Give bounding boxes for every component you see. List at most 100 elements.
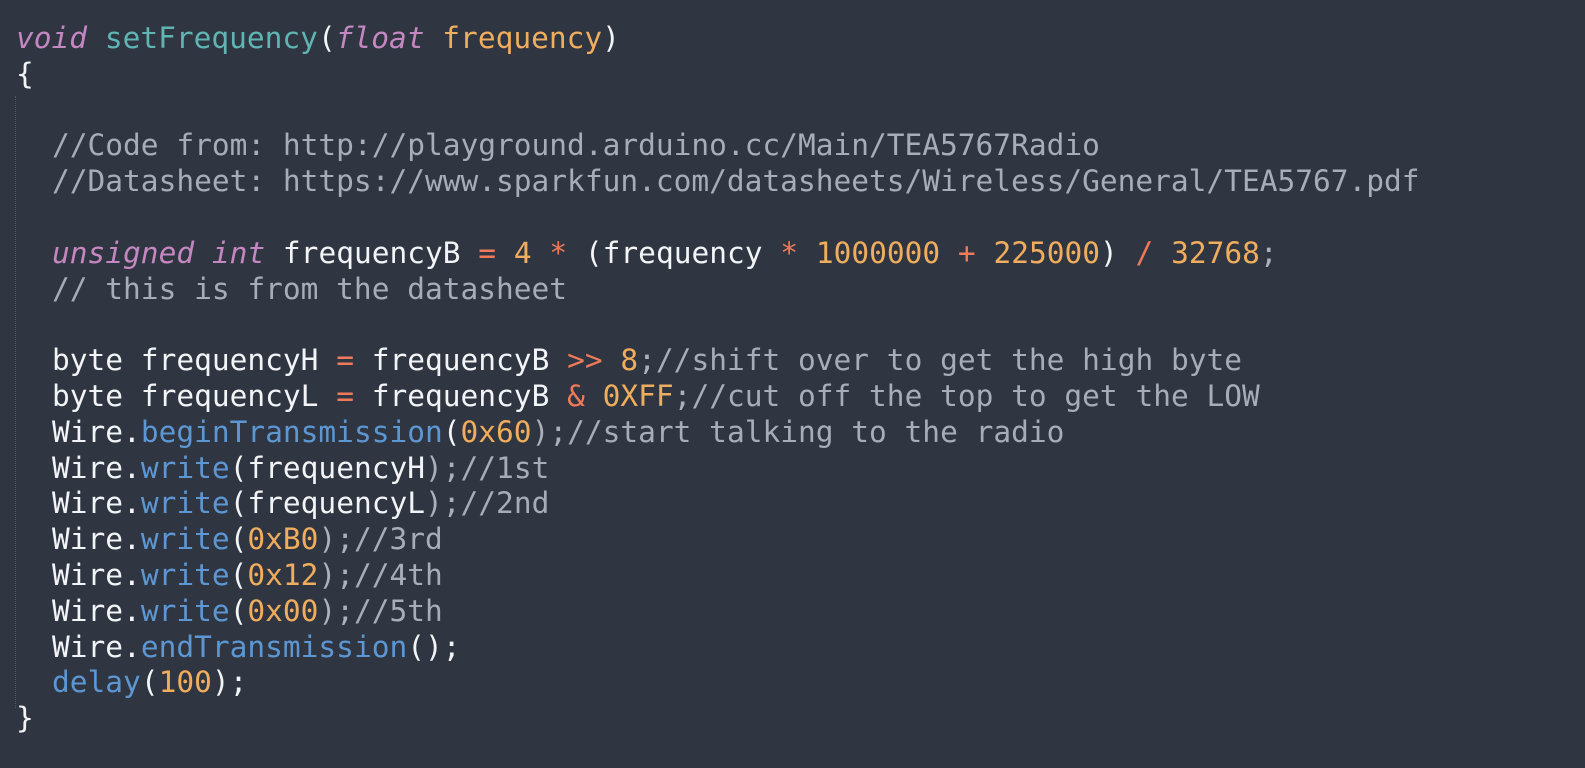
- paren-open: (: [229, 450, 248, 485]
- param-type: float: [335, 21, 425, 55]
- number-1000000: 1000000: [815, 235, 941, 270]
- object-wire: Wire.: [52, 486, 141, 521]
- operator-assign: =: [336, 343, 354, 378]
- paren-open: (: [229, 522, 248, 557]
- param-name: frequency: [442, 21, 603, 55]
- number-0XFF: 0XFF: [602, 378, 674, 413]
- comment-write: //3rd: [353, 522, 443, 557]
- comment-calc: // this is from the datasheet: [52, 271, 568, 306]
- paren-close-semicolon: );: [425, 450, 461, 485]
- method-write: write: [140, 593, 230, 628]
- parens-semicolon: ();: [407, 629, 461, 664]
- method-write: write: [140, 486, 230, 521]
- function-delay: delay: [52, 665, 141, 700]
- code-line-write: Wire.write(0xB0);//3rd: [16, 522, 1420, 558]
- method-write: write: [140, 557, 230, 592]
- code-line-frequencyH: byte frequencyH = frequencyB >> 8;//shif…: [16, 343, 1420, 379]
- paren-open: (: [229, 593, 248, 628]
- code-line-open-brace: {: [16, 57, 1420, 93]
- code-line-signature: void setFrequency(float frequency): [16, 21, 1420, 57]
- code-editor[interactable]: void setFrequency(float frequency) { //C…: [0, 0, 1585, 768]
- number-100: 100: [158, 665, 212, 700]
- number-32768: 32768: [1171, 235, 1260, 270]
- code-line-delay: delay(100);: [16, 665, 1420, 701]
- code-line-frequencyL: byte frequencyL = frequencyB & 0XFF;//cu…: [16, 379, 1420, 415]
- variable-frequencyB: frequencyB: [282, 235, 461, 270]
- write-arg: 0x00: [247, 593, 319, 628]
- operator-assign: =: [336, 378, 354, 413]
- variable-frequencyB: frequencyB: [371, 343, 550, 378]
- semicolon: ;: [638, 343, 656, 378]
- number-4: 4: [513, 235, 532, 270]
- comment-write: //5th: [353, 593, 443, 628]
- semicolon: ;: [1259, 235, 1278, 270]
- function-name: setFrequency: [104, 21, 318, 55]
- code-line-comment-datasheet: //Datasheet: https://www.sparkfun.com/da…: [16, 164, 1420, 200]
- method-write: write: [140, 450, 230, 485]
- comment-write: //2nd: [460, 486, 550, 521]
- operator-and: &: [567, 378, 585, 413]
- variable-frequencyB: frequencyB: [371, 378, 550, 413]
- object-wire: Wire.: [52, 557, 141, 592]
- code-line-write: Wire.write(frequencyL);//2nd: [16, 486, 1420, 522]
- method-write: write: [140, 522, 230, 557]
- paren-open: (: [140, 665, 159, 700]
- operator-assign: =: [478, 235, 497, 270]
- paren-open: (: [229, 486, 248, 521]
- code-line-write: Wire.write(0x00);//5th: [16, 594, 1420, 630]
- paren-open: (: [442, 414, 461, 449]
- object-wire: Wire.: [52, 593, 141, 628]
- operator-multiply: *: [780, 235, 799, 270]
- semicolon: ;: [673, 378, 692, 413]
- comment-source: //Code from: http://playground.arduino.c…: [52, 128, 1100, 163]
- comment-shift: //shift over to get the high byte: [655, 343, 1243, 378]
- paren-open: (: [317, 21, 336, 55]
- variable-frequency: frequency: [602, 235, 763, 270]
- code-block[interactable]: void setFrequency(float frequency) { //C…: [16, 21, 1420, 737]
- method-beginTransmission: beginTransmission: [140, 414, 443, 449]
- paren-close-semicolon: );: [425, 486, 461, 521]
- paren-close: ): [602, 21, 620, 55]
- write-arg: 0xB0: [247, 522, 319, 557]
- operator-divide: /: [1135, 235, 1154, 270]
- paren-close: ): [1100, 235, 1118, 270]
- write-arg: 0x12: [247, 557, 319, 592]
- method-endTransmission: endTransmission: [140, 629, 408, 664]
- write-arg: frequencyL: [247, 486, 425, 521]
- paren-close-semicolon: );: [531, 414, 568, 449]
- comment-datasheet: //Datasheet: https://www.sparkfun.com/da…: [52, 164, 1420, 199]
- number-8: 8: [620, 343, 639, 378]
- paren-close-semicolon: );: [318, 522, 354, 557]
- code-line-close-brace: }: [16, 701, 1420, 737]
- object-wire: Wire.: [52, 414, 141, 449]
- paren-open: (: [584, 235, 603, 270]
- code-line-comment-calc: // this is from the datasheet: [16, 272, 1420, 308]
- paren-open: (: [229, 557, 248, 592]
- paren-close-semicolon: );: [318, 557, 354, 592]
- number-225000: 225000: [993, 235, 1101, 270]
- keyword-unsigned: unsigned: [52, 235, 195, 270]
- object-wire: Wire.: [52, 450, 141, 485]
- code-line-write: Wire.write(0x12);//4th: [16, 558, 1420, 594]
- operator-shift: >>: [567, 343, 603, 378]
- operator-multiply: *: [549, 235, 568, 270]
- comment-write: //4th: [353, 557, 443, 592]
- paren-close-semicolon: );: [318, 593, 354, 628]
- open-brace: {: [16, 56, 34, 91]
- object-wire: Wire.: [52, 629, 141, 664]
- declaration-frequencyH: byte frequencyH: [52, 343, 319, 378]
- declaration-frequencyL: byte frequencyL: [52, 378, 319, 413]
- keyword-int: int: [211, 235, 266, 270]
- code-line-calc: unsigned int frequencyB = 4 * (frequency…: [16, 236, 1420, 272]
- close-brace: }: [16, 701, 34, 736]
- paren-close-semicolon: );: [211, 665, 248, 700]
- comment-start: //start talking to the radio: [567, 414, 1065, 449]
- operator-plus: +: [957, 235, 976, 270]
- code-line-write: Wire.write(frequencyH);//1st: [16, 451, 1420, 487]
- code-line-begin-transmission: Wire.beginTransmission(0x60);//start tal…: [16, 415, 1420, 451]
- object-wire: Wire.: [52, 522, 141, 557]
- comment-cut: //cut off the top to get the LOW: [691, 378, 1260, 413]
